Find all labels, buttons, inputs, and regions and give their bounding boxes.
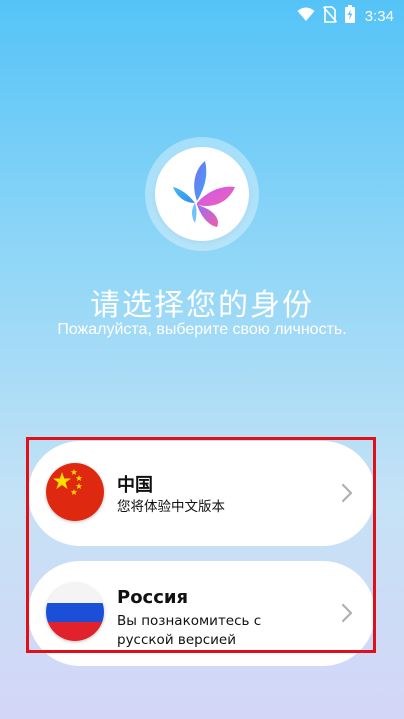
status-bar: 3:34	[0, 0, 404, 30]
page-title: 请选择您的身份	[90, 288, 314, 323]
app-logo	[155, 147, 249, 241]
wifi-icon	[297, 7, 315, 26]
status-time: 3:34	[364, 7, 394, 25]
status-icons: 3:34	[297, 5, 394, 27]
page-subtitle: Пожалуйста, выберите свою личность.	[57, 321, 347, 338]
no-sim-icon	[322, 5, 337, 27]
battery-charging-icon	[344, 5, 355, 27]
selection-highlight-frame	[26, 437, 376, 653]
